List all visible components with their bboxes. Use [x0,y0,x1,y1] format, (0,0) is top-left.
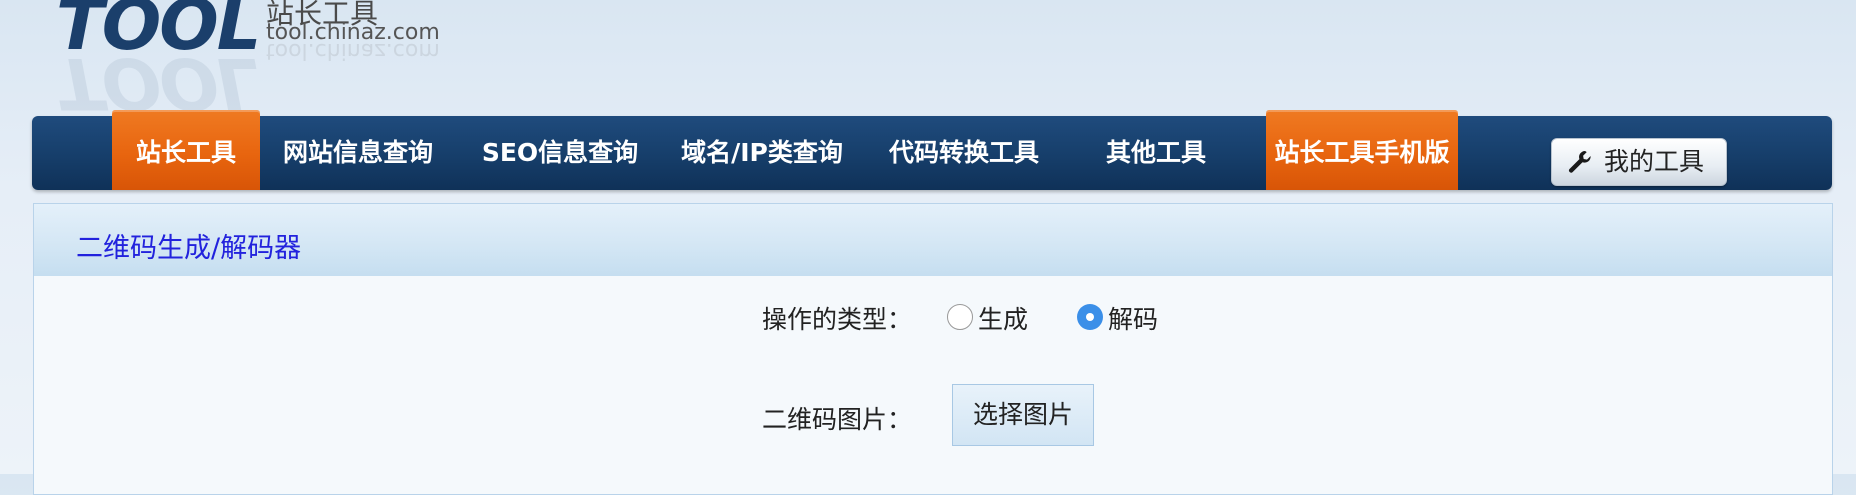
qr-image-label: 二维码图片： [762,405,913,434]
site-logo[interactable]: TOOL TOOL 站长工具 tool.chinaz.com tool.chin… [56,0,476,124]
radio-decode[interactable] [1077,304,1103,330]
radio-decode-label[interactable]: 解码 [1108,300,1158,336]
nav-item-code-convert[interactable]: 代码转换工具 [882,116,1046,190]
panel-header: 二维码生成/解码器 [34,204,1832,276]
my-tools-label: 我的工具 [1604,147,1705,176]
logo-domain-reflection: tool.chinaz.com [266,38,440,63]
logo-wordmark-reflection: TOOL [56,42,260,124]
radio-generate[interactable] [947,304,973,330]
my-tools-button[interactable]: 我的工具 [1551,138,1727,186]
choose-image-button[interactable]: 选择图片 [952,384,1094,446]
nav-item-mobile[interactable]: 站长工具手机版 [1266,110,1458,190]
qr-tool-panel: 二维码生成/解码器 [33,203,1833,495]
radio-generate-label[interactable]: 生成 [978,300,1028,336]
nav-item-seo-info[interactable]: SEO信息查询 [478,116,642,190]
nav-item-chinaz-tools[interactable]: 站长工具 [112,110,260,190]
wrench-icon [1568,151,1591,173]
nav-item-site-info[interactable]: 网站信息查询 [276,116,440,190]
main-nav: 站长工具 网站信息查询 SEO信息查询 域名/IP类查询 代码转换工具 其他工具… [32,110,1832,190]
nav-item-domain-ip[interactable]: 域名/IP类查询 [676,116,848,190]
op-type-label: 操作的类型： [762,305,913,334]
page-title: 二维码生成/解码器 [76,233,302,264]
nav-item-other-tools[interactable]: 其他工具 [1100,116,1212,190]
